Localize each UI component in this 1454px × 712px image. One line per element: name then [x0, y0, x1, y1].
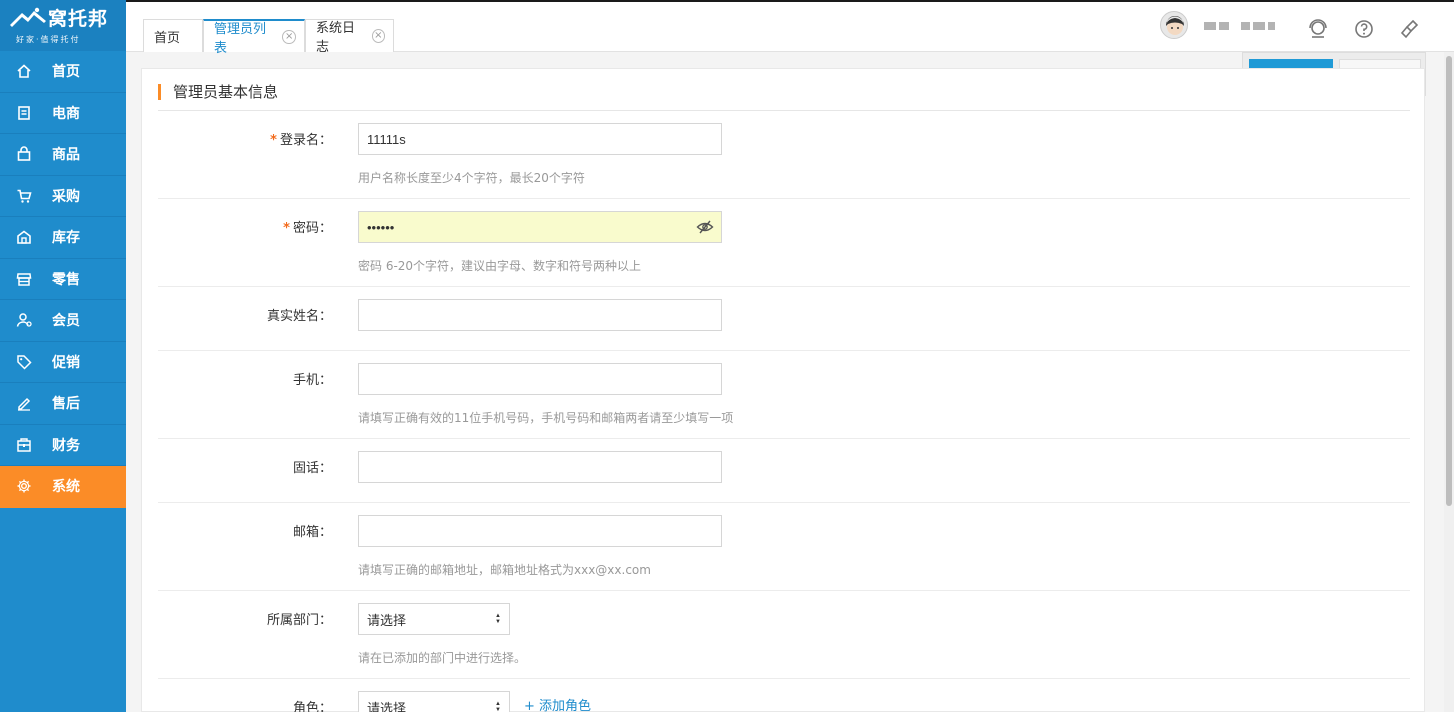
- select-arrows-icon: ▲ ▼: [495, 613, 501, 625]
- close-icon[interactable]: ×: [371, 29, 385, 43]
- brand-logo[interactable]: 窝托邦 好家·值得托付: [0, 0, 126, 51]
- mobile-input[interactable]: [358, 363, 722, 395]
- close-icon[interactable]: ×: [282, 29, 296, 44]
- finance-icon: [15, 436, 33, 454]
- sidebar-item-label: 库存: [52, 230, 80, 247]
- email-label: 邮箱：: [292, 525, 332, 540]
- avatar[interactable]: [1160, 11, 1188, 39]
- form-row-real-name: 真实姓名：: [158, 287, 1410, 351]
- scrollbar-thumb[interactable]: [1446, 56, 1452, 506]
- member-icon: [15, 311, 33, 329]
- mobile-label: 手机：: [292, 373, 332, 388]
- login-name-hint: 用户名称长度至少4个字符，最长20个字符: [358, 171, 585, 185]
- tab-admin-list[interactable]: 管理员列表 ×: [203, 19, 305, 56]
- tag-icon: [15, 353, 33, 371]
- top-bar: 首页 管理员列表 × 系统日志 ×: [126, 0, 1454, 56]
- tab-label: 首页: [154, 30, 181, 46]
- tab-home[interactable]: 首页: [143, 19, 203, 52]
- real-name-label: 真实姓名：: [266, 309, 332, 324]
- tab-label: 系统日志: [316, 21, 356, 55]
- bag-icon: [15, 145, 33, 163]
- form-row-department: 所属部门： 请选择 ▲ ▼ 请在已添加的部门中进行选择。: [158, 591, 1410, 679]
- role-select[interactable]: 请选择 ▲ ▼: [358, 691, 510, 712]
- sidebar-item-retail[interactable]: 零售: [0, 259, 126, 300]
- page-scrollbar[interactable]: [1444, 52, 1454, 712]
- brand-name: 窝托邦: [48, 8, 109, 30]
- warehouse-icon: [15, 228, 33, 246]
- sidebar-item-purchase[interactable]: 采购: [0, 176, 126, 217]
- login-name-label: * 登录名：: [270, 133, 332, 148]
- sidebar-item-promotion[interactable]: 促销: [0, 342, 126, 383]
- sidebar-item-label: 售后: [52, 396, 80, 413]
- form-row-role: 角色： 请选择 ▲ ▼ + 添加角色: [158, 679, 1410, 712]
- password-input[interactable]: ••••••: [358, 211, 722, 243]
- document-icon: [15, 104, 33, 122]
- sidebar-item-ecommerce[interactable]: 电商: [0, 93, 126, 134]
- sidebar-item-goods[interactable]: 商品: [0, 134, 126, 176]
- real-name-input[interactable]: [358, 299, 722, 331]
- sidebar-item-system[interactable]: 系统: [0, 466, 126, 508]
- sidebar-item-label: 商品: [52, 147, 80, 164]
- sidebar-item-label: 促销: [52, 354, 80, 371]
- department-hint: 请在已添加的部门中进行选择。: [358, 651, 527, 665]
- brand-slogan: 好家·值得托付: [16, 35, 81, 44]
- mobile-hint: 请填写正确有效的11位手机号码，手机号码和邮箱两者请至少填写一项: [358, 411, 734, 425]
- sidebar-item-label: 首页: [52, 64, 80, 81]
- required-mark: *: [270, 133, 277, 148]
- form-row-email: 邮箱： 请填写正确的邮箱地址，邮箱地址格式为xxx@xx.com: [158, 503, 1410, 591]
- required-mark: *: [283, 221, 290, 236]
- help-icon[interactable]: [1353, 18, 1375, 40]
- form-row-phone: 固话：: [158, 439, 1410, 503]
- sidebar-item-label: 系统: [52, 479, 80, 496]
- sidebar: 窝托邦 好家·值得托付 首页 电商 商品 采购 库存 零售 会员 促销 售后 财…: [0, 0, 126, 712]
- pen-icon: [15, 394, 33, 412]
- sidebar-item-label: 零售: [52, 271, 80, 288]
- phone-label: 固话：: [292, 461, 332, 476]
- department-select[interactable]: 请选择 ▲ ▼: [358, 603, 510, 635]
- form-row-login-name: *登录名： 用户名称长度至少4个字符，最长20个字符: [158, 111, 1410, 199]
- tab-label: 管理员列表: [214, 21, 267, 56]
- sidebar-item-aftersale[interactable]: 售后: [0, 383, 126, 425]
- logo-icon: [10, 7, 46, 27]
- login-name-input[interactable]: [358, 123, 722, 155]
- sidebar-item-home[interactable]: 首页: [0, 51, 126, 93]
- sidebar-item-label: 会员: [52, 313, 80, 330]
- department-label: 所属部门：: [266, 613, 332, 628]
- form-row-password: * 密码： •••••• 密码 6-20个字符，建议由字母、数字和符号两种以上: [158, 199, 1410, 287]
- tab-system-log[interactable]: 系统日志 ×: [305, 19, 394, 55]
- select-arrows-icon: ▲ ▼: [495, 701, 501, 712]
- password-label: * 密码：: [283, 221, 332, 236]
- eye-hidden-icon[interactable]: [696, 219, 714, 235]
- role-label: 角色：: [292, 701, 332, 712]
- form-row-mobile: 手机： 请填写正确有效的11位手机号码，手机号码和邮箱两者请至少填写一项: [158, 351, 1410, 439]
- sidebar-item-inventory[interactable]: 库存: [0, 217, 126, 259]
- add-role-link[interactable]: + 添加角色: [524, 698, 591, 712]
- sidebar-item-label: 财务: [52, 437, 80, 454]
- sidebar-item-label: 电商: [52, 105, 80, 122]
- gear-icon: [15, 477, 33, 495]
- clean-icon[interactable]: [1399, 18, 1421, 40]
- sidebar-item-finance[interactable]: 财务: [0, 425, 126, 466]
- sidebar-item-member[interactable]: 会员: [0, 300, 126, 342]
- store-icon: [15, 270, 33, 288]
- support-icon[interactable]: [1307, 18, 1329, 40]
- sidebar-item-label: 采购: [52, 188, 80, 205]
- section-title: 管理员基本信息: [158, 84, 278, 100]
- admin-form-card: 管理员基本信息 *登录名： 用户名称长度至少4个字符，最长20个字符 *密码： …: [141, 68, 1425, 712]
- role-selected: 请选择: [367, 700, 407, 712]
- home-icon: [15, 62, 33, 80]
- email-hint: 请填写正确的邮箱地址，邮箱地址格式为xxx@xx.com: [358, 563, 651, 577]
- user-name-blurred: [1204, 22, 1290, 30]
- cart-icon: [15, 187, 33, 205]
- department-selected: 请选择: [367, 612, 407, 628]
- phone-input[interactable]: [358, 451, 722, 483]
- password-hint: 密码 6-20个字符，建议由字母、数字和符号两种以上: [358, 259, 642, 273]
- email-input[interactable]: [358, 515, 722, 547]
